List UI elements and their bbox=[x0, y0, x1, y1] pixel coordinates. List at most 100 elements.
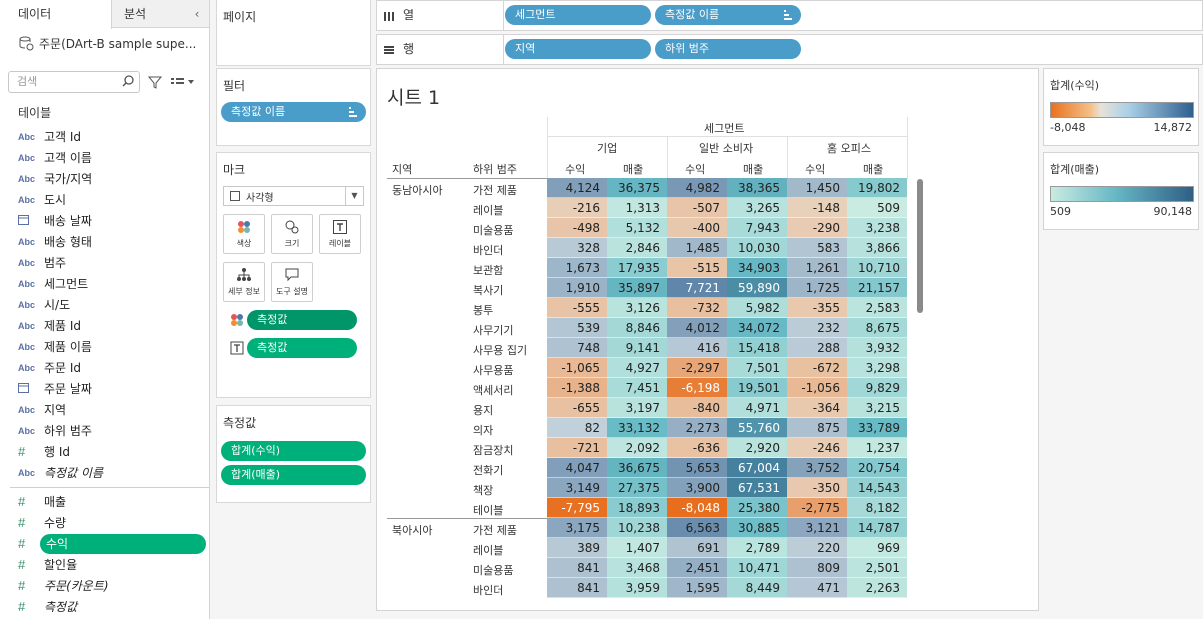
field-item[interactable]: Abc 배송 형태 bbox=[0, 231, 209, 252]
table-cell[interactable]: 232 bbox=[787, 318, 847, 338]
field-item[interactable]: Abc 하위 범주 bbox=[0, 420, 209, 441]
field-item[interactable]: # 행 Id bbox=[0, 441, 209, 462]
columns-pill-segment[interactable]: 세그먼트 bbox=[505, 5, 651, 25]
table-cell[interactable]: -7,795 bbox=[547, 498, 607, 518]
filter-pill-measure-names[interactable]: 측정값 이름 bbox=[221, 102, 366, 122]
table-cell[interactable]: 841 bbox=[547, 578, 607, 598]
table-cell[interactable]: 841 bbox=[547, 558, 607, 578]
color-button[interactable]: 색상 bbox=[223, 214, 265, 254]
table-cell[interactable]: 288 bbox=[787, 338, 847, 358]
rows-pill-region[interactable]: 지역 bbox=[505, 39, 651, 59]
tab-data[interactable]: 데이터 bbox=[0, 0, 112, 29]
table-cell[interactable]: 7,501 bbox=[727, 358, 787, 378]
table-cell[interactable]: 36,675 bbox=[607, 458, 667, 478]
color-encoding-pill[interactable]: 측정값 bbox=[247, 310, 357, 330]
collapse-pane-icon[interactable]: ‹ bbox=[185, 0, 209, 27]
table-cell[interactable]: 3,238 bbox=[847, 218, 907, 238]
table-cell[interactable]: 8,846 bbox=[607, 318, 667, 338]
table-cell[interactable]: 35,897 bbox=[607, 278, 667, 298]
table-cell[interactable]: 19,802 bbox=[847, 178, 907, 198]
table-cell[interactable]: 2,501 bbox=[847, 558, 907, 578]
vertical-scrollbar[interactable] bbox=[917, 179, 923, 313]
table-cell[interactable]: 14,787 bbox=[847, 518, 907, 538]
table-cell[interactable]: 4,927 bbox=[607, 358, 667, 378]
size-button[interactable]: 크기 bbox=[271, 214, 313, 254]
table-cell[interactable]: 3,121 bbox=[787, 518, 847, 538]
table-cell[interactable]: 2,583 bbox=[847, 298, 907, 318]
worksheet[interactable]: 시트 1 세그먼트 기업 수익 매출 일반 소비자 수익 매출 홈 오피스 수익 매출 지역 하위 범… bbox=[376, 68, 1039, 611]
table-cell[interactable]: 2,789 bbox=[727, 538, 787, 558]
table-cell[interactable]: 38,365 bbox=[727, 178, 787, 198]
table-cell[interactable]: 82 bbox=[547, 418, 607, 438]
table-cell[interactable]: 416 bbox=[667, 338, 727, 358]
table-cell[interactable]: -515 bbox=[667, 258, 727, 278]
table-cell[interactable]: 10,238 bbox=[607, 518, 667, 538]
table-cell[interactable]: 1,313 bbox=[607, 198, 667, 218]
table-cell[interactable]: 33,789 bbox=[847, 418, 907, 438]
table-cell[interactable]: 1,485 bbox=[667, 238, 727, 258]
table-cell[interactable]: 2,451 bbox=[667, 558, 727, 578]
table-cell[interactable]: -1,388 bbox=[547, 378, 607, 398]
table-cell[interactable]: 9,141 bbox=[607, 338, 667, 358]
table-cell[interactable]: -555 bbox=[547, 298, 607, 318]
table-cell[interactable]: -721 bbox=[547, 438, 607, 458]
table-cell[interactable]: 9,829 bbox=[847, 378, 907, 398]
pages-card[interactable]: 페이지 bbox=[216, 0, 371, 66]
table-cell[interactable]: 3,752 bbox=[787, 458, 847, 478]
table-cell[interactable]: 7,451 bbox=[607, 378, 667, 398]
measure-pill-profit[interactable]: 합계(수익) bbox=[221, 441, 366, 461]
table-cell[interactable]: 3,126 bbox=[607, 298, 667, 318]
table-cell[interactable]: 4,971 bbox=[727, 398, 787, 418]
table-cell[interactable]: 3,215 bbox=[847, 398, 907, 418]
table-cell[interactable]: 539 bbox=[547, 318, 607, 338]
field-item[interactable]: Abc 고객 이름 bbox=[0, 147, 209, 168]
table-cell[interactable]: -1,056 bbox=[787, 378, 847, 398]
table-cell[interactable]: 3,932 bbox=[847, 338, 907, 358]
measure-pill-sales[interactable]: 합계(매출) bbox=[221, 465, 366, 485]
table-cell[interactable]: 36,375 bbox=[607, 178, 667, 198]
table-cell[interactable]: 5,132 bbox=[607, 218, 667, 238]
table-cell[interactable]: 67,531 bbox=[727, 478, 787, 498]
table-cell[interactable]: 3,468 bbox=[607, 558, 667, 578]
field-item[interactable]: 배송 날짜 bbox=[0, 210, 209, 231]
field-item[interactable]: # 수익 bbox=[0, 533, 209, 554]
table-cell[interactable]: 3,900 bbox=[667, 478, 727, 498]
table-cell[interactable]: 3,298 bbox=[847, 358, 907, 378]
field-item[interactable]: # 수량 bbox=[0, 512, 209, 533]
table-cell[interactable]: -1,065 bbox=[547, 358, 607, 378]
table-cell[interactable]: 1,237 bbox=[847, 438, 907, 458]
table-cell[interactable]: -246 bbox=[787, 438, 847, 458]
table-cell[interactable]: 25,380 bbox=[727, 498, 787, 518]
table-cell[interactable]: 3,866 bbox=[847, 238, 907, 258]
table-cell[interactable]: 4,982 bbox=[667, 178, 727, 198]
table-cell[interactable]: 2,920 bbox=[727, 438, 787, 458]
table-cell[interactable]: -216 bbox=[547, 198, 607, 218]
table-cell[interactable]: -8,048 bbox=[667, 498, 727, 518]
table-cell[interactable]: 2,846 bbox=[607, 238, 667, 258]
table-cell[interactable]: 1,407 bbox=[607, 538, 667, 558]
field-item[interactable]: Abc 주문 Id bbox=[0, 357, 209, 378]
field-item[interactable]: Abc 측정값 이름 bbox=[0, 462, 209, 483]
table-cell[interactable]: 1,595 bbox=[667, 578, 727, 598]
selected-field-pill[interactable]: 수익 bbox=[40, 533, 206, 554]
table-cell[interactable]: 17,935 bbox=[607, 258, 667, 278]
table-cell[interactable]: 5,653 bbox=[667, 458, 727, 478]
legend-profit[interactable]: 합계(수익) -8,048 14,872 bbox=[1043, 68, 1199, 146]
table-cell[interactable]: 18,893 bbox=[607, 498, 667, 518]
table-cell[interactable]: 8,449 bbox=[727, 578, 787, 598]
table-cell[interactable]: -672 bbox=[787, 358, 847, 378]
field-item[interactable]: Abc 제품 이름 bbox=[0, 336, 209, 357]
table-cell[interactable]: 6,563 bbox=[667, 518, 727, 538]
table-cell[interactable]: -400 bbox=[667, 218, 727, 238]
table-cell[interactable]: 67,004 bbox=[727, 458, 787, 478]
table-cell[interactable]: 10,710 bbox=[847, 258, 907, 278]
table-cell[interactable]: 34,903 bbox=[727, 258, 787, 278]
table-cell[interactable]: 809 bbox=[787, 558, 847, 578]
table-cell[interactable]: 21,157 bbox=[847, 278, 907, 298]
table-cell[interactable]: 691 bbox=[667, 538, 727, 558]
table-cell[interactable]: 3,197 bbox=[607, 398, 667, 418]
table-cell[interactable]: 59,890 bbox=[727, 278, 787, 298]
table-cell[interactable]: 509 bbox=[847, 198, 907, 218]
field-item[interactable]: Abc 제품 Id bbox=[0, 315, 209, 336]
table-cell[interactable]: 328 bbox=[547, 238, 607, 258]
